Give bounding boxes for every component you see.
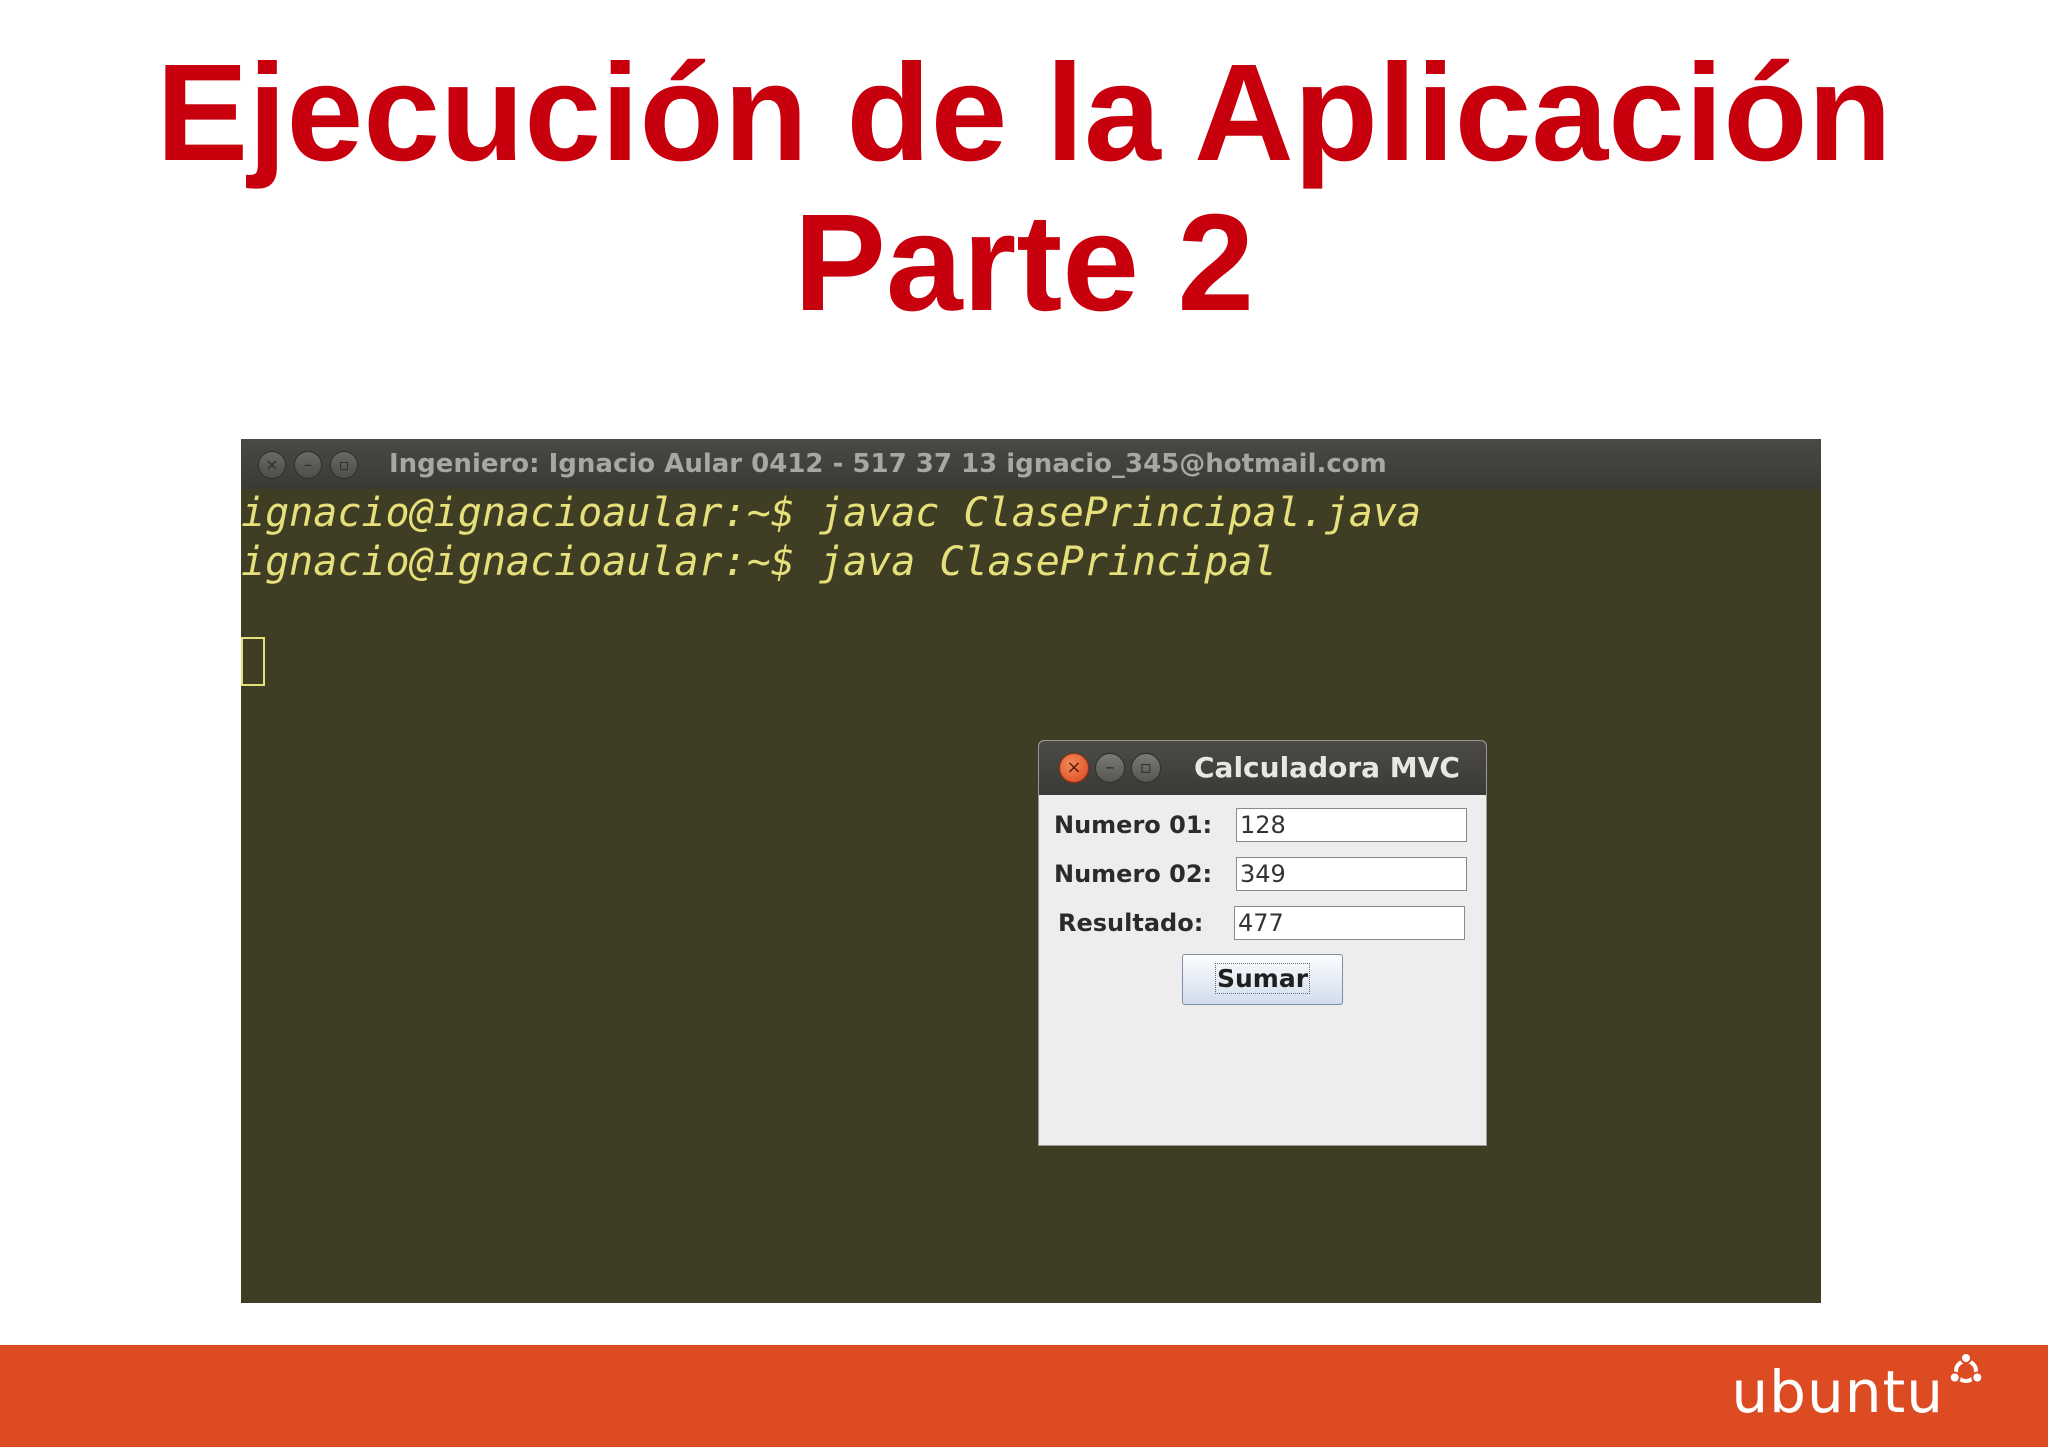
terminal-titlebar[interactable]: × – ▫ Ingeniero: Ignacio Aular 0412 - 51… — [241, 439, 1821, 489]
slide-title-line-2: Parte 2 — [793, 186, 1255, 340]
slide-title: Ejecución de la Aplicación Parte 2 — [0, 38, 2048, 338]
sumar-button-label: Sumar — [1214, 963, 1311, 994]
resultado-label: Resultado: — [1058, 909, 1204, 937]
terminal-output[interactable]: ignacio@ignacioaular:~$ javac ClasePrinc… — [241, 489, 1821, 686]
maximize-icon[interactable]: ▫ — [330, 451, 358, 479]
numero-02-label: Numero 02: — [1054, 860, 1213, 888]
minimize-icon[interactable]: – — [294, 451, 322, 479]
terminal-line: ignacio@ignacioaular:~$ java ClasePrinci… — [241, 539, 1277, 585]
footer-divider — [0, 1322, 2048, 1345]
numero-01-label: Numero 01: — [1054, 811, 1213, 839]
ubuntu-logo-text: ubuntu — [1731, 1358, 1944, 1426]
calculator-dialog[interactable]: × – ▫ Calculadora MVC Numero 01: 128 Num… — [1038, 740, 1487, 1146]
numero-01-input[interactable]: 128 — [1236, 808, 1467, 842]
ubuntu-logo: ubuntu — [1731, 1353, 1984, 1427]
close-icon[interactable]: × — [1059, 753, 1089, 783]
maximize-icon[interactable]: ▫ — [1131, 753, 1161, 783]
sumar-button[interactable]: Sumar — [1182, 954, 1343, 1005]
numero-02-input[interactable]: 349 — [1236, 857, 1467, 891]
terminal-cursor — [241, 637, 265, 686]
circle-of-friends-icon — [1948, 1353, 1984, 1384]
close-icon[interactable]: × — [258, 451, 286, 479]
resultado-field[interactable]: 477 — [1234, 906, 1465, 940]
terminal-window[interactable]: × – ▫ Ingeniero: Ignacio Aular 0412 - 51… — [241, 439, 1821, 1303]
slide-title-line-1: Ejecución de la Aplicación — [156, 36, 1892, 190]
calculator-titlebar[interactable]: × – ▫ Calculadora MVC — [1039, 741, 1486, 795]
terminal-line: ignacio@ignacioaular:~$ javac ClasePrinc… — [241, 490, 1422, 536]
minimize-icon[interactable]: – — [1095, 753, 1125, 783]
calculator-title: Calculadora MVC — [1194, 751, 1460, 784]
terminal-title: Ingeniero: Ignacio Aular 0412 - 517 37 1… — [389, 449, 1387, 479]
